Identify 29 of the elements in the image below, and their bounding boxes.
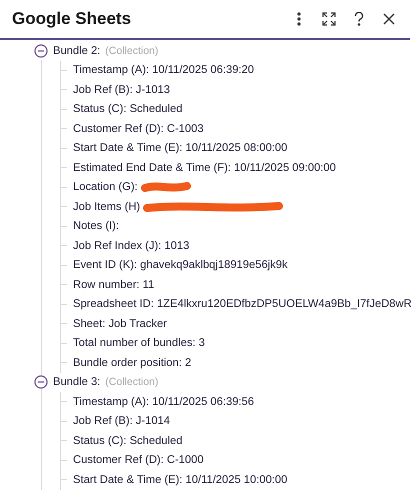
field-text: Customer Ref (D): C-1000 [73, 454, 204, 466]
field-text: Start Date & Time (E): 10/11/2025 10:00:00 [73, 474, 288, 486]
field-text: Total number of bundles: 3 [73, 337, 205, 350]
type-label: (Collection) [105, 44, 158, 57]
window-title: Google Sheets [12, 9, 132, 29]
field-text: Event ID (K): ghavekq9aklbqj18919e56jk9k [73, 259, 288, 272]
field-text: Timestamp (A): 10/11/2025 06:39:56 [73, 396, 254, 408]
field-text: Location (G): [73, 181, 138, 194]
field-text: Bundle order position: 2 [73, 356, 192, 369]
bundle-label: Bundle 3: [53, 376, 100, 388]
field-text: Notes (I): [73, 220, 120, 232]
type-label: (Collection) [105, 376, 158, 388]
field-text: Timestamp (A): 10/11/2025 06:39:20 [73, 64, 254, 76]
field-text: Row number: 11 [73, 278, 154, 291]
fullscreen-icon[interactable] [320, 10, 338, 28]
field-text: Job Ref (B): J-1013 [73, 84, 170, 96]
field-text: Estimated End Date & Time (F): 10/11/2025 09:00:00 [73, 162, 336, 174]
field-text: Customer Ref (D): C-1003 [73, 122, 204, 135]
field-text: Start Date & Time (E): 10/11/2025 08:00:00 [73, 142, 288, 154]
field-text: Job Items (H) [73, 200, 140, 213]
field-text: Status (C): Scheduled [73, 434, 182, 447]
field-text: Job Ref Index (J): 1013 [73, 240, 190, 252]
collapse-icon[interactable] [34, 375, 48, 390]
collapse-icon[interactable] [34, 44, 48, 58]
field-text: Spreadsheet ID: 1ZE4lkxru120EDfbzDP5UOELW4a9Bb_I7fJeD8wR [73, 298, 412, 310]
field-text: Job Ref (B): J-1014 [73, 415, 170, 428]
field-text: Status (C): Scheduled [73, 103, 182, 116]
bundle-label: Bundle 2: [53, 44, 100, 57]
field-text: Sheet: Job Tracker [73, 318, 167, 330]
